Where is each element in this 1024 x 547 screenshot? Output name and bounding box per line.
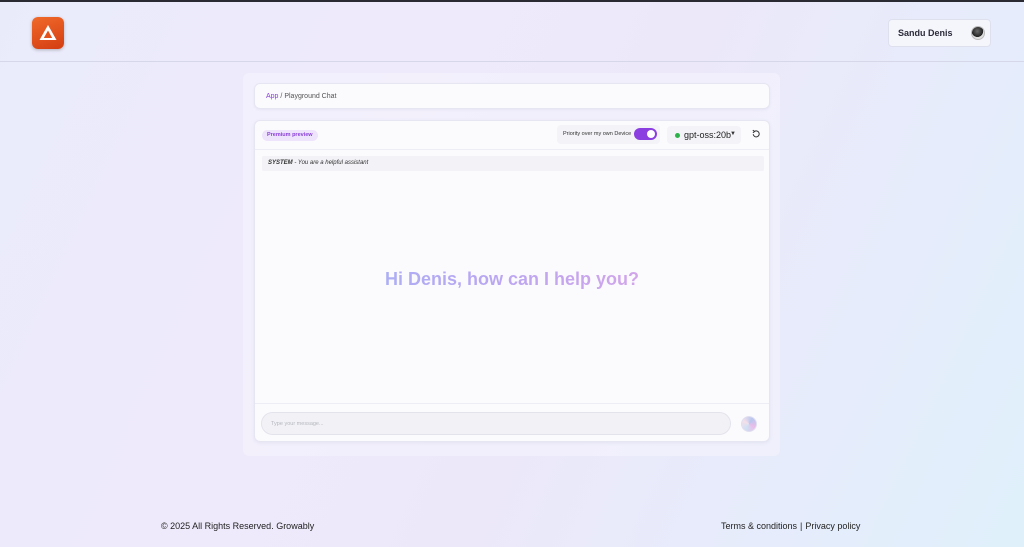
caret-down-icon: ▼	[730, 131, 736, 137]
breadcrumb: App / Playground Chat	[266, 93, 336, 100]
toggle-knob	[647, 130, 655, 138]
footer-divider: |	[800, 521, 803, 531]
breadcrumb-card: App / Playground Chat	[254, 83, 770, 109]
composer	[255, 403, 769, 441]
message-input[interactable]	[261, 412, 731, 435]
premium-badge: Premium preview	[262, 130, 318, 141]
avatar	[971, 26, 985, 40]
send-button[interactable]	[741, 416, 757, 432]
chat-toolbar: Premium preview Priority over my own Dev…	[255, 121, 769, 150]
system-message: SYSTEM - You are a helpful assistant	[262, 156, 764, 171]
app-logo[interactable]	[32, 17, 64, 49]
privacy-link[interactable]: Privacy policy	[805, 521, 860, 531]
copyright: © 2025 All Rights Reserved. Growably	[161, 521, 315, 531]
terms-link[interactable]: Terms & conditions	[721, 521, 797, 531]
priority-toggle[interactable]	[634, 128, 657, 140]
priority-setting: Priority over my own Device	[557, 125, 660, 144]
model-status-dot	[675, 133, 680, 138]
breadcrumb-current: Playground Chat	[284, 93, 337, 100]
logo-triangle-icon	[39, 25, 57, 40]
reset-icon[interactable]	[751, 129, 761, 139]
system-text: SYSTEM - You are a helpful assistant	[268, 160, 368, 166]
greeting: Hi Denis, how can I help you?	[255, 269, 769, 290]
breadcrumb-app-link[interactable]: App	[266, 93, 278, 100]
priority-label: Priority over my own Device	[563, 131, 632, 137]
user-menu[interactable]: Sandu Denis	[888, 19, 991, 47]
model-name: gpt-oss:20b	[684, 130, 732, 140]
footer-links: Terms & conditions | Privacy policy	[721, 521, 860, 531]
model-select[interactable]: gpt-oss:20b ▼	[667, 126, 741, 144]
system-prompt: You are a helpful assistant	[297, 160, 369, 166]
chat-panel: Premium preview Priority over my own Dev…	[254, 120, 770, 442]
header: Sandu Denis	[0, 2, 1024, 62]
breadcrumb-separator: /	[280, 93, 283, 100]
user-name: Sandu Denis	[898, 28, 953, 38]
system-label: SYSTEM	[268, 160, 293, 166]
